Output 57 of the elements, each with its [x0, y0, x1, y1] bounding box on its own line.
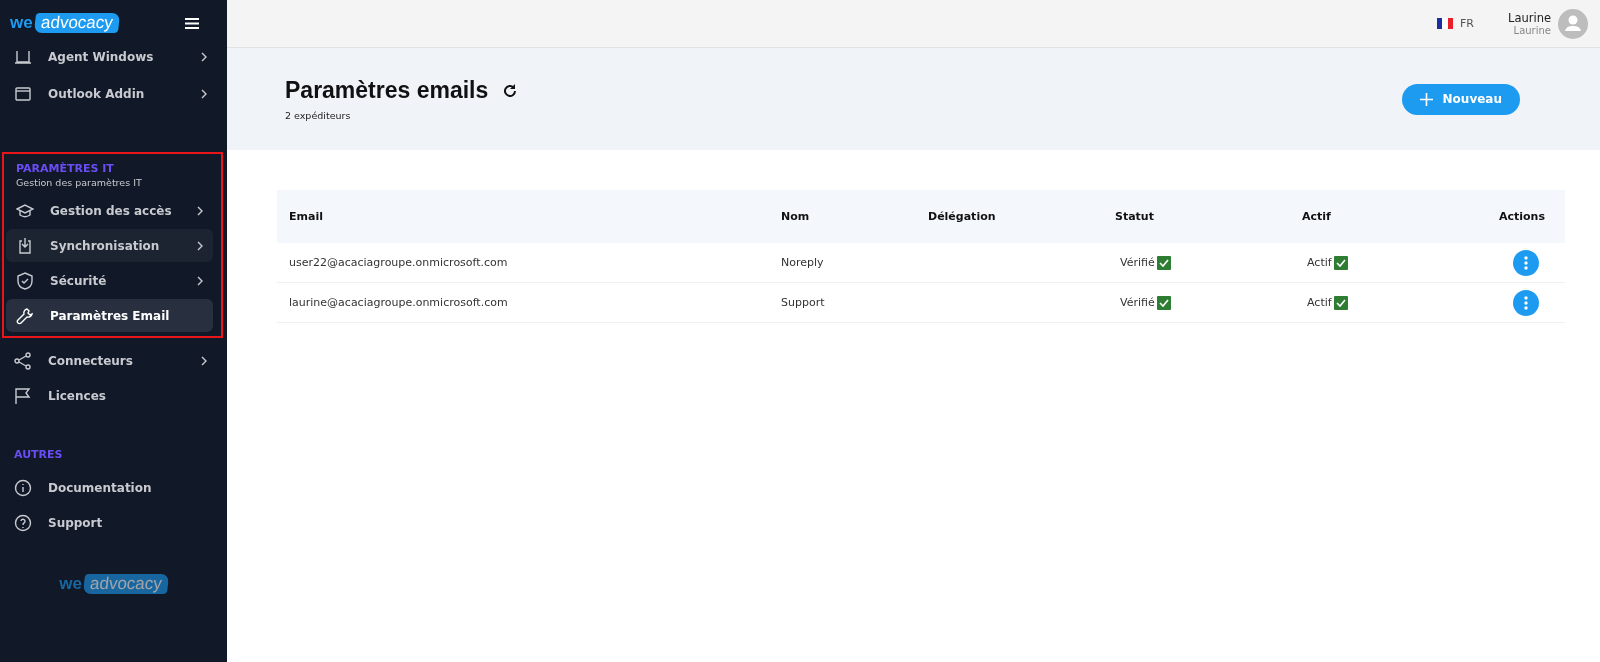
- table-cell: Noreply: [781, 256, 824, 269]
- nav-item[interactable]: Gestion des accès: [6, 194, 213, 227]
- page-title: Paramètres emails: [285, 77, 489, 104]
- more-button[interactable]: [1513, 289, 1539, 316]
- nav-item[interactable]: Connecteurs: [4, 344, 217, 377]
- wrench-icon: [16, 306, 34, 325]
- flag-icon: [1437, 18, 1453, 29]
- info-icon: [14, 478, 32, 497]
- column-header: Statut: [1114, 190, 1301, 243]
- nav-item[interactable]: Agent Windows: [4, 40, 217, 73]
- share-icon: [14, 351, 32, 370]
- help-icon: [14, 513, 32, 532]
- flag-icon: [14, 386, 32, 405]
- nav-item[interactable]: Synchronisation: [6, 229, 213, 262]
- column-header: Nom: [780, 190, 927, 243]
- section-subtitle: Gestion des paramètres IT: [15, 177, 143, 188]
- shield-icon: [16, 271, 34, 290]
- chevron-icon: [197, 205, 203, 216]
- more-icon: [1524, 295, 1528, 310]
- table-cell: Support: [781, 296, 825, 309]
- chevron-icon: [201, 51, 207, 62]
- status-text: Vérifié: [1120, 296, 1155, 309]
- section-title: PARAMÈTRES IT: [15, 162, 115, 175]
- active-text: Actif: [1307, 256, 1332, 269]
- page-subtitle: 2 expéditeurs: [285, 110, 352, 121]
- table-cell: user22@acaciagroupe.onmicrosoft.com: [289, 256, 508, 269]
- graduation-cap-icon: [16, 201, 34, 220]
- section-title: AUTRES: [13, 448, 64, 461]
- chevron-icon: [197, 240, 203, 251]
- window-icon: [14, 84, 32, 103]
- active-text: Actif: [1307, 296, 1332, 309]
- column-header: Délégation: [927, 190, 1114, 243]
- avatar-icon[interactable]: [1558, 8, 1588, 39]
- column-header: Email: [277, 190, 780, 243]
- nav-item[interactable]: Sécurité: [6, 264, 213, 297]
- status-text: Vérifié: [1120, 256, 1155, 269]
- footer-logo: we advocacy: [59, 574, 168, 594]
- download-icon: [16, 236, 34, 255]
- chevron-icon: [197, 275, 203, 286]
- chevron-icon: [201, 88, 207, 99]
- menu-icon[interactable]: [185, 17, 199, 29]
- language-selector[interactable]: FR: [1437, 17, 1474, 30]
- nav-item[interactable]: Licences: [4, 379, 217, 412]
- nav-item[interactable]: Support: [4, 506, 217, 539]
- table-cell: laurine@acaciagroupe.onmicrosoft.com: [289, 296, 508, 309]
- nav-item[interactable]: Documentation: [4, 471, 217, 504]
- user-name: Laurine: [1507, 11, 1551, 25]
- plus-icon: [1419, 92, 1433, 106]
- chevron-icon: [201, 355, 207, 366]
- column-header: Actions: [1468, 190, 1565, 243]
- user-subtitle: Laurine: [1513, 25, 1551, 36]
- column-header: Actif: [1301, 190, 1468, 243]
- more-icon: [1524, 255, 1528, 270]
- refresh-icon[interactable]: [502, 82, 519, 99]
- more-button[interactable]: [1513, 249, 1539, 276]
- nav-item[interactable]: Outlook Addin: [4, 77, 217, 110]
- nav-item[interactable]: Paramètres Email: [6, 299, 213, 332]
